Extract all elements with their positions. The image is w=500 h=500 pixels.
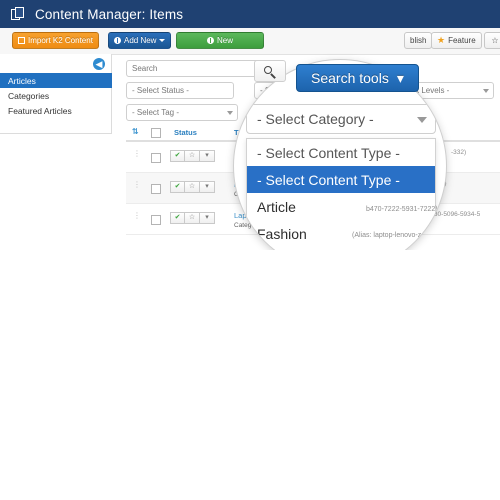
chevron-down-icon [417,117,427,123]
search-icon-handle [270,73,276,79]
status-badge[interactable]: ✔ ☆ ▾ [170,150,215,162]
sidebar: ◀ Articles Categories Featured Articles [0,54,112,134]
star-outline-icon: ☆ [491,36,499,45]
sidebar-item-featured-articles[interactable]: Featured Articles [0,103,112,118]
row-menu-icon[interactable]: ▾ [200,181,215,193]
chevron-down-icon [483,89,489,93]
sidebar-item-label: Featured Articles [8,105,72,116]
magnified-table-row[interactable]: aptop J ategory: La, b470-7222-5931-7222… [234,206,446,232]
select-status-dropdown[interactable]: - Select Status - [126,82,234,99]
new-button[interactable]: New [176,32,264,49]
page-body: Import K2 Content Add New New blish ★ Fe… [0,28,500,250]
application-window: Content Manager: Items Import K2 Content… [0,0,500,500]
row-alias: (Alias: laptop-lenovo-z480-5096-5934-5 [352,232,446,239]
feature-label: Feature [448,36,476,45]
publish-toggle-icon[interactable]: ✔ [170,181,185,193]
drag-handle-icon[interactable]: ⋮ [133,212,141,220]
sidebar-item-label: Categories [8,90,50,101]
copy-pages-icon [11,6,26,22]
row-title-link[interactable]: aptop Lenovo Z480 [234,232,239,241]
search-placeholder: Search [132,64,158,73]
feature-button[interactable]: ★ Feature [431,32,482,49]
feature-toggle-icon[interactable]: ☆ [185,150,200,162]
plus-icon [206,37,214,44]
chevron-down-icon [159,39,166,42]
publish-label: blish [410,36,427,45]
magnified-table-row[interactable]: aptop Lenovo Z480 ategory: Laptop (Alias… [234,232,446,250]
select-status-label: - Select Status - [132,86,189,95]
select-tag-label: - Select Tag - [132,108,179,117]
plus-icon [114,37,121,44]
search-icon-button[interactable] [254,60,286,82]
dropdown-field-value[interactable]: - Select Content Type - [247,139,435,166]
publish-toggle-icon[interactable]: ✔ [170,212,185,224]
select-tag-dropdown[interactable]: - Select Tag - [126,104,238,121]
magnified-max-levels-dropdown[interactable]: Max Levels - [444,104,446,134]
status-badge[interactable]: ✔ ☆ ▾ [170,212,215,224]
row-checkbox[interactable] [151,184,161,194]
search-tools-label: Search tools [311,70,389,86]
add-new-label: Add New [124,36,157,45]
row-checkbox[interactable] [151,153,161,163]
magnified-select-category-dropdown[interactable]: - Select Category - [246,104,436,134]
column-header-status[interactable]: Status [174,128,197,137]
page-title: Content Manager: Items [35,6,184,22]
chevron-down-icon: ▾ [396,69,404,86]
row-alias: b470-7222-5931-7222) [366,206,438,213]
row-alias: -332) [451,149,467,156]
new-label: New [216,36,233,45]
import-icon [18,37,25,44]
feature-toggle-icon[interactable]: ☆ [185,212,200,224]
unfeature-button[interactable]: ☆ [484,32,500,49]
action-toolbar: Import K2 Content Add New New blish ★ Fe… [0,28,500,55]
publish-button[interactable]: blish [404,32,433,49]
status-badge[interactable]: ✔ ☆ ▾ [170,181,215,193]
sidebar-item-articles[interactable]: Articles [0,73,112,88]
import-k2-content-button[interactable]: Import K2 Content [12,32,99,49]
feature-toggle-icon[interactable]: ☆ [185,181,200,193]
dropdown-option-select-content-type[interactable]: - Select Content Type - [247,166,435,193]
magnified-table: aptop J ategory: La, b470-7222-5931-7222… [234,206,446,250]
sidebar-item-categories[interactable]: Categories [0,88,112,103]
drag-handle-icon[interactable]: ⋮ [133,181,141,189]
row-menu-icon[interactable]: ▾ [200,212,215,224]
search-tools-button[interactable]: Search tools ▾ [296,64,419,92]
row-checkbox[interactable] [151,215,161,225]
sort-icon[interactable]: ⇅ [132,127,139,136]
drag-handle-icon[interactable]: ⋮ [133,150,141,158]
import-label: Import K2 Content [28,36,93,45]
window-titlebar: Content Manager: Items [0,0,500,28]
chevron-down-icon [227,111,233,115]
row-menu-icon[interactable]: ▾ [200,150,215,162]
collapse-sidebar-icon[interactable]: ◀ [93,58,105,70]
add-new-button[interactable]: Add New [108,32,172,49]
select-all-checkbox[interactable] [151,128,161,138]
star-icon: ★ [437,35,446,45]
sidebar-item-label: Articles [8,75,36,86]
publish-toggle-icon[interactable]: ✔ [170,150,185,162]
magnified-select-category-label: - Select Category - [257,111,374,127]
